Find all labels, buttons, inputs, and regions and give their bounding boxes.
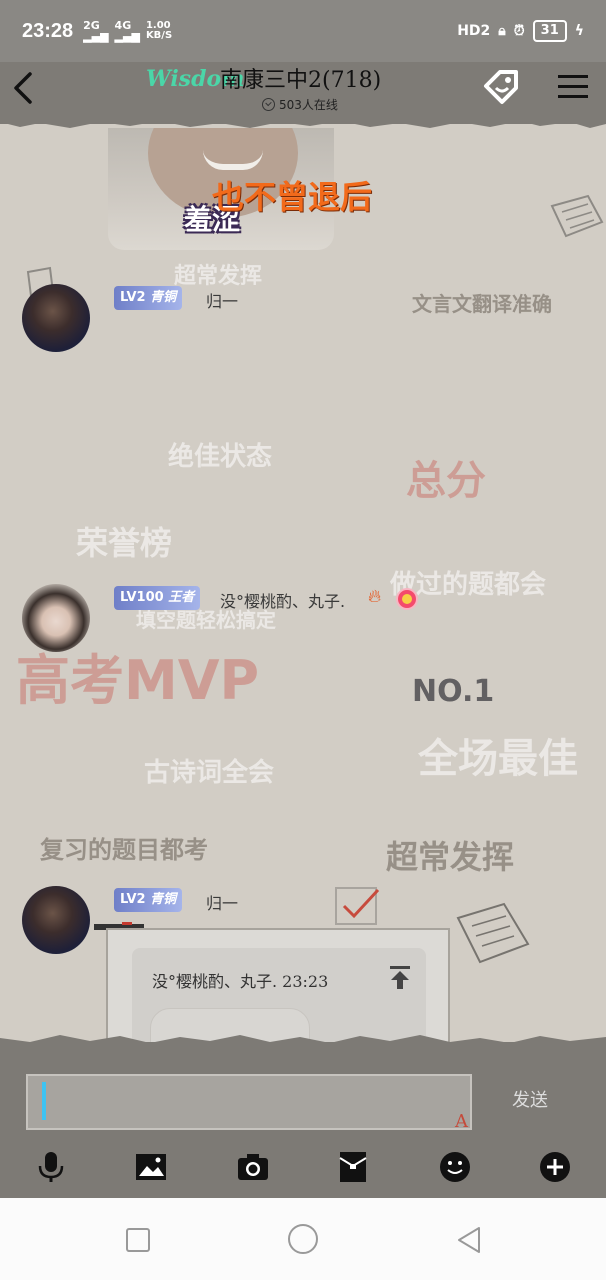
online-count-text: 503人在线 (279, 98, 338, 112)
online-count: 503人在线 (262, 96, 338, 113)
scroll-to-top-icon[interactable] (388, 964, 412, 990)
bg-decor-text: 超常发挥 (174, 264, 263, 289)
bg-decor-text: 文言文翻译准确 (412, 292, 552, 316)
sender-name[interactable]: 归一 (206, 890, 238, 914)
bg-decor-text: 绝佳状态 (168, 442, 273, 472)
text-cursor (42, 1082, 46, 1120)
header-torn-edge (0, 116, 606, 128)
bg-decor-text: 荣誉榜 (76, 524, 173, 562)
sender-name[interactable]: 归一 (206, 288, 238, 312)
input-torn-edge (0, 1035, 606, 1046)
avatar[interactable] (22, 886, 90, 954)
avatar[interactable] (22, 284, 90, 352)
level-badge: LV100 王者 (114, 586, 201, 610)
charging-icon: ϟ (574, 23, 584, 39)
smiley-badge-icon (396, 588, 418, 610)
red-packet-icon[interactable] (336, 1150, 370, 1184)
status-time: 23:28 (22, 19, 74, 42)
back-triangle-icon[interactable] (456, 1226, 482, 1254)
bg-decor-text: NO.1 (412, 674, 495, 709)
send-button[interactable]: 发送 (512, 1086, 548, 1112)
sender-name[interactable]: 没°樱桃酌、丸子. (220, 588, 345, 612)
plus-icon[interactable] (538, 1150, 572, 1184)
level-badge: LV2 青铜 (114, 286, 183, 310)
chat-header: Wisdom 南康三中2(718) 503人在线 (0, 62, 606, 124)
menu-icon[interactable] (556, 72, 590, 102)
paper-doodle-icon (456, 902, 530, 964)
online-check-icon (262, 98, 275, 111)
image-overlay-text: 也不曾退后 (212, 178, 373, 216)
quoted-message-text: 没°樱桃酌、丸子. 23:23 (152, 972, 329, 991)
hd-icon: HD2 (457, 23, 491, 39)
image-icon[interactable] (134, 1150, 168, 1184)
input-corner-mark-icon: A (455, 1111, 468, 1132)
battery-icon: 31 (532, 20, 567, 42)
message-input[interactable]: A (26, 1074, 472, 1132)
paper-doodle-icon (550, 194, 604, 238)
avatar[interactable] (22, 584, 90, 652)
alarm-icon: ⏰︎ (513, 23, 525, 39)
bg-decor-text: 超常发挥 (386, 838, 515, 876)
input-area: A 发送 (0, 1035, 606, 1198)
checkbox-doodle-icon (335, 887, 380, 925)
level-badge: LV2 青铜 (114, 888, 183, 912)
emoji-icon[interactable] (438, 1150, 472, 1184)
tag-icon[interactable] (482, 68, 522, 108)
bg-decor-text: 复习的题目都考 (40, 836, 208, 864)
signal-4g-icon: 4G ▂▄▆ (114, 19, 140, 43)
status-bar: 23:28 2G ▂▄▆ 4G ▂▄▆ 1.00 KB/S HD2 🔒︎ ⏰︎ 31 … (0, 0, 606, 62)
lock-icon: 🔒︎ (498, 23, 506, 39)
back-arrow-icon[interactable] (8, 68, 38, 108)
bg-decor-text: 古诗词全会 (144, 758, 275, 788)
system-nav-bar (0, 1198, 606, 1280)
fire-icon: 🔥︎ (368, 586, 382, 607)
input-toolbar (0, 1146, 606, 1194)
microphone-icon[interactable] (34, 1150, 68, 1184)
home-button[interactable] (288, 1224, 318, 1254)
camera-icon[interactable] (236, 1150, 270, 1184)
chat-area[interactable]: 超常发挥 文言文翻译准确 绝佳状态 总分 荣誉榜 做过的题都会 填空题轻松搞定 … (0, 62, 606, 1198)
network-speed: 1.00 KB/S (145, 20, 173, 41)
bg-decor-text: 全场最佳 (418, 736, 578, 782)
bg-decor-text: 总分 (406, 458, 486, 504)
recents-button[interactable] (126, 1228, 150, 1252)
group-title[interactable]: 南康三中2(718) (220, 62, 381, 94)
signal-2g-icon: 2G ▂▄▆ (83, 19, 109, 43)
